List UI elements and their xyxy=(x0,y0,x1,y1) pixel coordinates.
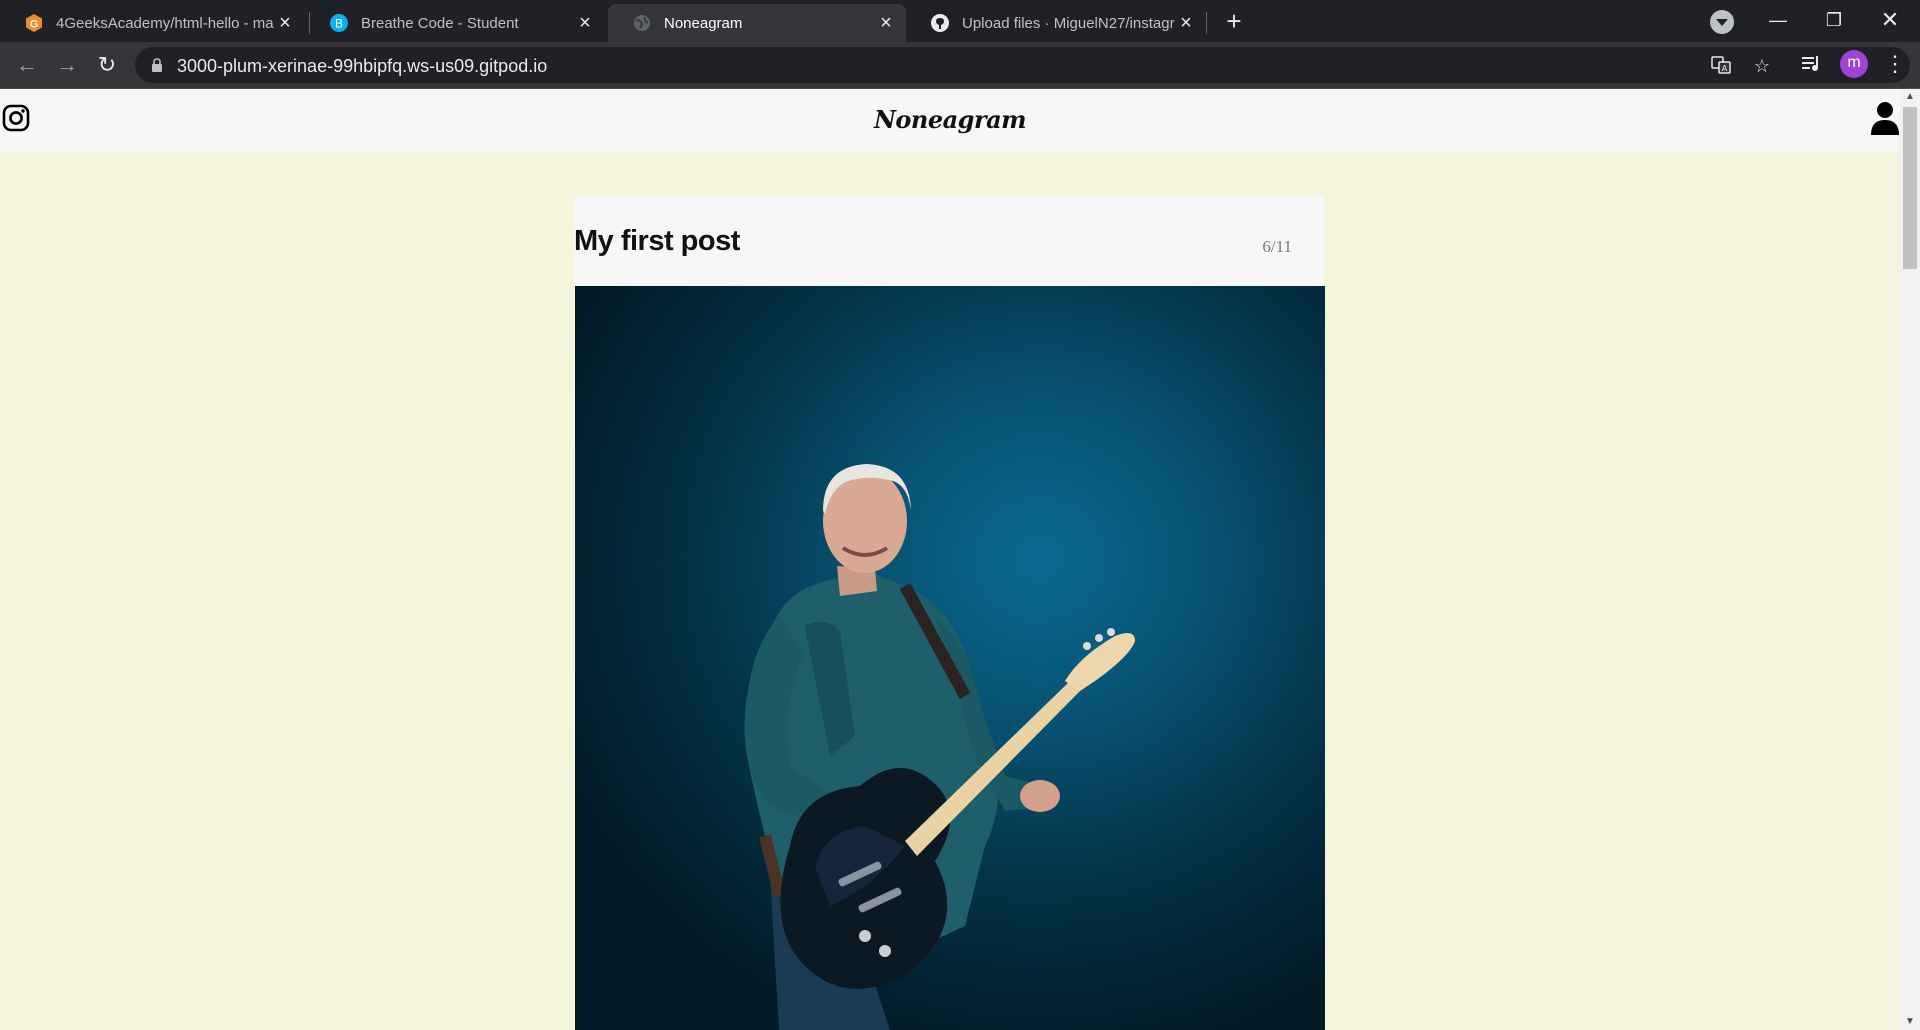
site-brand[interactable]: Noneagram xyxy=(0,105,1900,134)
scroll-up-icon[interactable]: ▲ xyxy=(1900,89,1920,105)
close-icon[interactable]: × xyxy=(876,13,896,33)
address-bar[interactable]: 3000-plum-xerinae-99hbipfq.ws-us09.gitpo… xyxy=(135,47,1910,83)
forward-button[interactable]: → xyxy=(50,48,84,82)
user-icon[interactable] xyxy=(1871,101,1899,135)
close-icon[interactable]: × xyxy=(275,13,295,33)
close-window-button[interactable]: ✕ xyxy=(1862,0,1918,42)
tab-noneagram[interactable]: Noneagram × xyxy=(608,4,906,42)
svg-text:A: A xyxy=(1722,64,1728,73)
post-header: My first post 6/11 xyxy=(574,197,1324,286)
tab-breathecode[interactable]: B Breathe Code - Student × xyxy=(305,4,605,42)
tab-search-button[interactable] xyxy=(1710,10,1734,34)
reading-list-icon[interactable] xyxy=(1800,54,1822,76)
close-icon[interactable]: × xyxy=(575,13,595,33)
browser-tab-bar: G 4GeeksAcademy/html-hello - ma × B Brea… xyxy=(0,0,1920,42)
post-card: My first post 6/11 xyxy=(574,197,1325,1030)
reload-button[interactable]: ↻ xyxy=(90,48,124,82)
tab-separator xyxy=(1206,12,1207,34)
tab-title: Upload files · MiguelN27/instagr xyxy=(962,14,1175,32)
tab-title: Breathe Code - Student xyxy=(361,14,519,32)
browser-toolbar: ← → ↻ 3000-plum-xerinae-99hbipfq.ws-us09… xyxy=(0,42,1920,89)
post-image[interactable] xyxy=(575,286,1325,1030)
globe-icon xyxy=(632,13,652,33)
tab-title: Noneagram xyxy=(664,14,743,32)
back-button[interactable]: ← xyxy=(10,48,44,82)
svg-text:G: G xyxy=(30,19,39,31)
minimize-button[interactable]: — xyxy=(1750,0,1806,42)
scroll-thumb[interactable] xyxy=(1903,107,1917,269)
lock-icon xyxy=(152,58,162,72)
url-text: 3000-plum-xerinae-99hbipfq.ws-us09.gitpo… xyxy=(177,56,548,76)
close-icon[interactable]: × xyxy=(1176,13,1196,33)
tab-github[interactable]: Upload files · MiguelN27/instagr × xyxy=(906,4,1206,42)
menu-icon[interactable]: ⋮ xyxy=(1880,49,1910,79)
star-icon[interactable]: ☆ xyxy=(1751,55,1773,77)
post-title: My first post xyxy=(574,225,740,257)
scroll-down-icon[interactable]: ▼ xyxy=(1900,1014,1920,1030)
svg-text:B: B xyxy=(335,17,343,31)
guitarist-illustration xyxy=(744,464,1135,1030)
4geeks-icon: G xyxy=(24,13,44,33)
site-header: Noneagram xyxy=(0,89,1900,151)
breathecode-icon: B xyxy=(329,13,349,33)
translate-icon[interactable]: A xyxy=(1710,55,1732,77)
tab-title: 4GeeksAcademy/html-hello - ma xyxy=(56,14,274,32)
profile-avatar[interactable]: m xyxy=(1840,50,1868,78)
restore-button[interactable]: ❐ xyxy=(1806,0,1862,42)
tab-4geeks[interactable]: G 4GeeksAcademy/html-hello - ma × xyxy=(0,4,305,42)
page-viewport: Noneagram My first post 6/11 ▲ ▼ xyxy=(0,89,1920,1030)
page-scrollbar[interactable]: ▲ ▼ xyxy=(1900,89,1920,1030)
new-tab-button[interactable]: + xyxy=(1220,8,1248,36)
post-date: 6/11 xyxy=(1262,237,1292,256)
github-icon xyxy=(930,13,950,33)
